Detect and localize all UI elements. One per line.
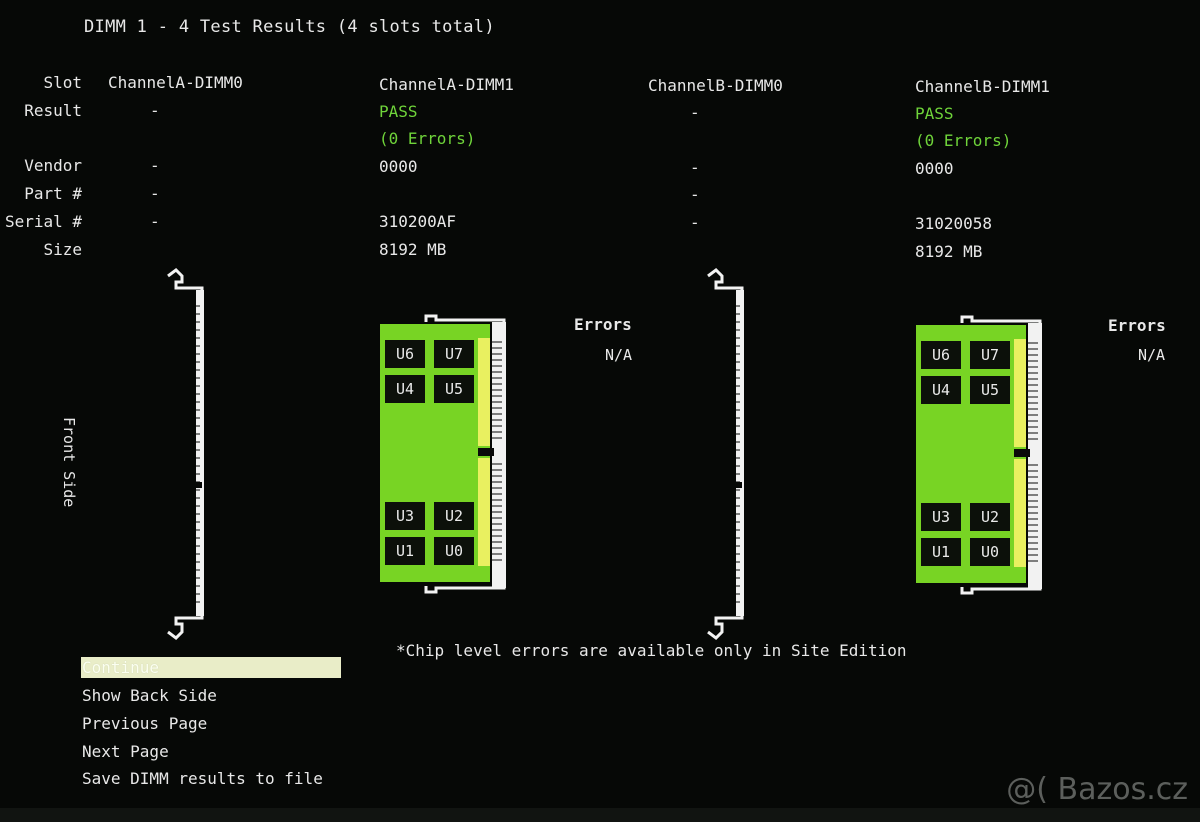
slot-name: ChannelA-DIMM0 [108, 73, 243, 92]
memory-chip: U6 [921, 341, 961, 369]
slot-vendor: - [690, 158, 700, 177]
slot-part: - [150, 184, 160, 203]
label-size: Size [43, 240, 82, 259]
slot-result: - [690, 103, 700, 122]
slot-errors: (0 Errors) [915, 131, 1012, 150]
slot-serial: 31020058 [915, 214, 993, 233]
slot-vendor: 0000 [915, 159, 954, 178]
empty-slot-graphic [167, 268, 204, 640]
slot-result: PASS [915, 104, 954, 123]
errors-heading: Errors [1108, 316, 1166, 335]
dimm-module-a: U6 U7 U4 U5 U3 U2 U1 U0 [378, 312, 512, 594]
slot-result: PASS [379, 102, 418, 121]
slot-serial: 310200AF [379, 212, 457, 231]
slot-errors: (0 Errors) [379, 129, 476, 148]
label-slot: Slot [43, 73, 82, 92]
memory-chip: U3 [921, 503, 961, 531]
memory-chip: U1 [385, 537, 425, 565]
site-edition-note: *Chip level errors are available only in… [396, 641, 907, 660]
memory-chip: U7 [434, 340, 474, 368]
memory-chip: U2 [434, 502, 474, 530]
memory-chip: U4 [385, 375, 425, 403]
slot-serial: - [150, 212, 160, 231]
label-serial: Serial # [4, 212, 82, 231]
menu-continue-label: Continue [82, 658, 160, 677]
slot-name: ChannelA-DIMM1 [379, 75, 514, 94]
menu-continue[interactable]: Continue [81, 657, 341, 678]
front-side-label: Front Side [60, 417, 78, 508]
slot-part: - [690, 185, 700, 204]
memory-chip: U6 [385, 340, 425, 368]
slot-serial: - [690, 213, 700, 232]
slot-result: - [150, 101, 160, 120]
slot-name: ChannelB-DIMM0 [648, 76, 783, 95]
memory-chip: U0 [970, 538, 1010, 566]
slot-vendor: - [150, 156, 160, 175]
errors-value: N/A [1138, 346, 1166, 364]
menu-show-back-side[interactable]: Show Back Side [81, 686, 217, 705]
errors-value: N/A [605, 346, 633, 364]
slot-size: 8192 MB [915, 242, 983, 261]
memory-chip: U3 [385, 502, 425, 530]
memory-chip: U1 [921, 538, 961, 566]
memory-chip: U5 [434, 375, 474, 403]
watermark-logo: @( Bazos.cz [1006, 772, 1188, 807]
errors-heading: Errors [574, 315, 632, 334]
dimm-module-b: U6 U7 U4 U5 U3 U2 U1 U0 [914, 313, 1048, 595]
page-title: DIMM 1 - 4 Test Results (4 slots total) [84, 17, 495, 37]
label-result: Result [24, 101, 82, 120]
label-part: Part # [24, 184, 82, 203]
slot-size: 8192 MB [379, 240, 447, 259]
memory-chip: U7 [970, 341, 1010, 369]
memory-chip: U2 [970, 503, 1010, 531]
memory-chip: U0 [434, 537, 474, 565]
screen-bezel [0, 808, 1200, 822]
menu-save-results[interactable]: Save DIMM results to file [81, 769, 323, 788]
empty-slot-graphic [707, 268, 744, 640]
memory-chip: U4 [921, 376, 961, 404]
label-vendor: Vendor [24, 156, 82, 175]
memory-chip: U5 [970, 376, 1010, 404]
menu-previous-page[interactable]: Previous Page [81, 714, 207, 733]
menu-next-page[interactable]: Next Page [81, 742, 169, 761]
slot-name: ChannelB-DIMM1 [915, 77, 1050, 96]
slot-vendor: 0000 [379, 157, 418, 176]
